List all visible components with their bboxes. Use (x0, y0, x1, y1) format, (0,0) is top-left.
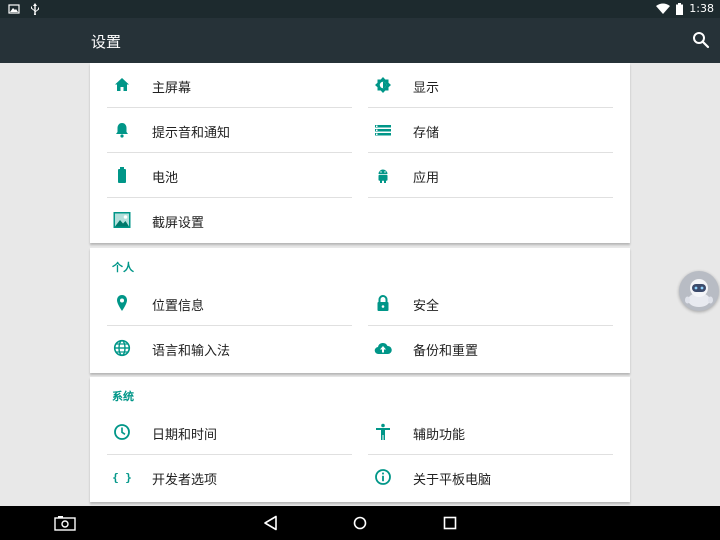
cloud-upload-icon (374, 342, 392, 355)
settings-item-home[interactable]: 主屏幕 (107, 63, 352, 108)
section-header-system: 系统 (112, 390, 134, 403)
floating-assistant-button[interactable] (679, 271, 719, 311)
settings-item-sound-notification[interactable]: 提示音和通知 (107, 108, 352, 153)
settings-item-location[interactable]: 位置信息 (107, 281, 352, 326)
page-title: 设置 (91, 33, 122, 51)
robot-avatar-icon (685, 279, 713, 307)
brightness-icon (375, 77, 391, 93)
settings-item-date-time[interactable]: 日期和时间 (107, 410, 352, 455)
search-icon[interactable] (692, 31, 710, 49)
settings-item-screenshot[interactable]: 截屏设置 (107, 198, 352, 243)
home-nav-icon[interactable] (351, 514, 369, 532)
screenshot-camera-icon[interactable] (54, 514, 76, 532)
settings-item-apps[interactable]: 应用 (368, 153, 613, 198)
globe-icon (113, 339, 131, 357)
navigation-bar (0, 506, 720, 540)
gallery-notification-icon (8, 4, 20, 14)
wifi-icon (656, 3, 671, 14)
home-icon (115, 78, 129, 91)
android-icon (378, 169, 388, 183)
settings-list[interactable]: 主屏幕 显示 提示音和通知 存储 电池 应用 截屏设置 个人 位置信息 安全 语… (0, 63, 720, 506)
clock-icon (114, 424, 130, 440)
screenshot-image-icon (113, 212, 131, 228)
location-pin-icon (117, 295, 127, 311)
settings-item-language-input[interactable]: 语言和输入法 (107, 326, 352, 371)
braces-icon: { } (113, 471, 131, 484)
status-bar: 1:38 (0, 0, 720, 18)
personal-section-card: 个人 位置信息 安全 语言和输入法 备份和重置 (90, 248, 630, 373)
system-section-card: 系统 日期和时间 辅助功能 { } 开发者选项 关于平板电脑 (90, 377, 630, 502)
battery-icon (118, 167, 126, 183)
device-section-card: 主屏幕 显示 提示音和通知 存储 电池 应用 截屏设置 (90, 63, 630, 243)
settings-item-display[interactable]: 显示 (368, 63, 613, 108)
settings-item-accessibility[interactable]: 辅助功能 (368, 410, 613, 455)
usb-icon (31, 3, 39, 15)
settings-item-battery[interactable]: 电池 (107, 153, 352, 198)
recents-icon[interactable] (441, 514, 459, 532)
accessibility-icon (376, 423, 390, 440)
storage-list-icon (375, 125, 391, 136)
battery-status-icon (676, 2, 684, 15)
settings-item-developer-options[interactable]: { } 开发者选项 (107, 455, 352, 500)
settings-item-backup-reset[interactable]: 备份和重置 (368, 326, 613, 371)
svg-text:{ }: { } (113, 471, 131, 484)
section-header-personal: 个人 (112, 261, 134, 274)
lock-icon (377, 295, 389, 311)
back-icon[interactable] (262, 514, 280, 532)
settings-item-security[interactable]: 安全 (368, 281, 613, 326)
app-bar: 设置 (0, 18, 720, 63)
settings-item-storage[interactable]: 存储 (368, 108, 613, 153)
bell-icon (116, 123, 128, 138)
info-icon (375, 469, 391, 485)
settings-item-about-tablet[interactable]: 关于平板电脑 (368, 455, 613, 500)
status-time: 1:38 (689, 2, 714, 15)
